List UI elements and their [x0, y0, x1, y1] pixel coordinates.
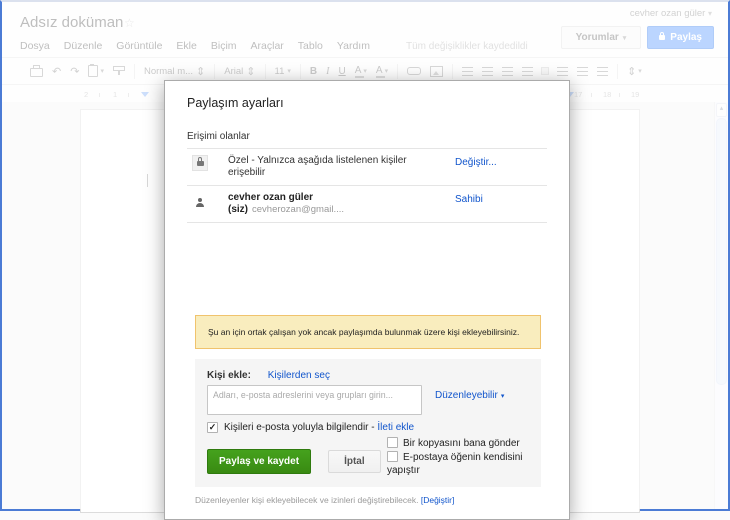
access-row-owner: cevher ozan güler (siz) cevherozan@gmail.…: [187, 186, 547, 223]
access-section-label: Erişimi olanlar: [187, 131, 250, 142]
choose-from-contacts-link[interactable]: Kişilerden seç: [268, 370, 330, 381]
email-options: Bir kopyasını bana gönder E-postaya öğen…: [387, 437, 549, 478]
cancel-button[interactable]: İptal: [328, 450, 381, 473]
lock-icon-box: [192, 155, 208, 171]
owner-text: cevher ozan güler (siz) cevherozan@gmail.…: [228, 192, 428, 216]
chevron-down-icon: ▾: [500, 392, 505, 400]
notify-checkbox[interactable]: ✓: [207, 422, 218, 433]
access-row-visibility: Özel - Yalnızca aşağıda listelenen kişil…: [187, 149, 547, 186]
notify-label: Kişileri e-posta yoluyla bilgilendir -: [224, 422, 375, 433]
paste-item-option: E-postaya öğenin kendisini yapıştır: [387, 451, 549, 477]
add-people-panel: Kişi ekle: Kişilerden seç Düzenleyebilir…: [195, 359, 541, 487]
lock-icon: [196, 156, 204, 166]
visibility-text: Özel - Yalnızca aşağıda listelenen kişil…: [228, 155, 407, 178]
send-copy-option: Bir kopyasını bana gönder: [387, 437, 549, 450]
person-icon-box: [192, 192, 208, 208]
editors-permission-text: Düzenleyenler kişi ekleyebilecek ve izin…: [195, 495, 419, 505]
send-copy-checkbox[interactable]: [387, 437, 398, 448]
no-collaborators-notice: Şu an için ortak çalışan yok ancak payla…: [195, 315, 541, 349]
share-save-button[interactable]: Paylaş ve kaydet: [207, 449, 312, 474]
permission-dropdown[interactable]: Düzenleyebilir ▾: [435, 390, 504, 401]
change-editors-permission-link[interactable]: [Değiştir]: [421, 495, 455, 505]
permission-value: Düzenleyebilir: [435, 390, 498, 401]
person-icon: [196, 198, 204, 207]
add-message-link[interactable]: İleti ekle: [377, 422, 414, 433]
paste-item-checkbox[interactable]: [387, 451, 398, 462]
add-people-label: Kişi ekle:: [207, 370, 251, 381]
owner-role-link[interactable]: Sahibi: [455, 192, 547, 205]
send-copy-label: Bir kopyasını bana gönder: [403, 438, 520, 449]
invite-input-row: Düzenleyebilir ▾: [207, 385, 529, 415]
change-visibility-link[interactable]: Değiştir...: [455, 155, 547, 168]
add-people-row: Kişi ekle: Kişilerden seç: [207, 370, 529, 381]
notify-row: ✓ Kişileri e-posta yoluyla bilgilendir -…: [207, 422, 529, 433]
access-list: Özel - Yalnızca aşağıda listelenen kişil…: [187, 148, 547, 223]
dialog-spacer: [187, 223, 547, 315]
sharing-settings-dialog: Paylaşım ayarları Erişimi olanlar Özel -…: [164, 80, 570, 520]
invite-people-input[interactable]: [207, 385, 422, 415]
paste-item-label: E-postaya öğenin kendisini yapıştır: [387, 452, 523, 476]
dialog-footer: Düzenleyenler kişi ekleyebilecek ve izin…: [195, 495, 547, 505]
owner-email: cevherozan@gmail....: [252, 204, 345, 215]
dialog-title: Paylaşım ayarları: [187, 96, 284, 110]
